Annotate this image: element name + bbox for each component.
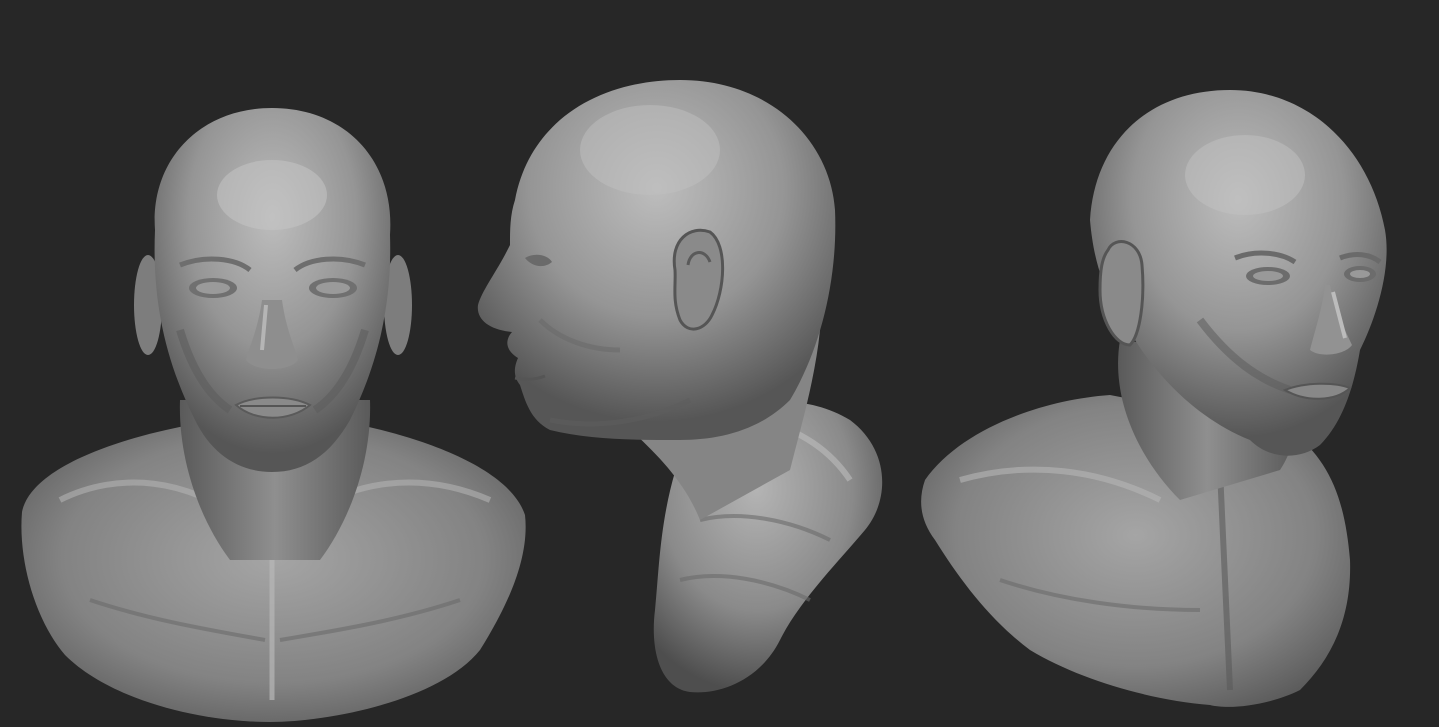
sculpt-viewport[interactable]: [0, 0, 1439, 727]
bust-front-view: [21, 108, 526, 722]
viewport-render: [21, 80, 1387, 722]
bust-three-quarter-view: [921, 90, 1387, 707]
bust-3q-ear: [1098, 240, 1145, 347]
bust-profile-view: [477, 80, 883, 693]
